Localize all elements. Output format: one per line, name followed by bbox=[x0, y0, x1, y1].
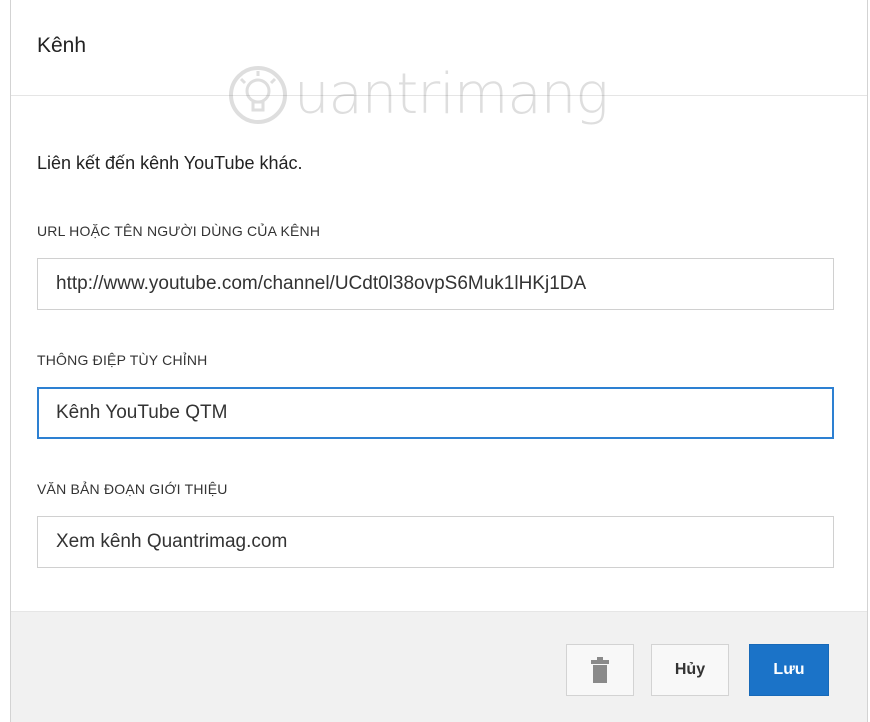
dialog-title: Kênh bbox=[37, 34, 87, 57]
cancel-button[interactable]: Hủy bbox=[651, 644, 729, 696]
channel-url-label: URL HOẶC TÊN NGƯỜI DÙNG CỦA KÊNH bbox=[37, 223, 321, 239]
delete-button[interactable] bbox=[566, 644, 634, 696]
intro-text: Liên kết đến kênh YouTube khác. bbox=[37, 153, 303, 173]
custom-message-label: THÔNG ĐIỆP TÙY CHỈNH bbox=[37, 352, 208, 368]
teaser-text-field[interactable]: Xem kênh Quantrimag.com bbox=[37, 516, 834, 568]
dialog-header: Kênh bbox=[11, 0, 867, 96]
save-button[interactable]: Lưu bbox=[749, 644, 829, 696]
teaser-text-label: VĂN BẢN ĐOẠN GIỚI THIỆU bbox=[37, 481, 228, 497]
channel-link-dialog: Kênh uantrimang Liên kết đến kênh YouTub… bbox=[10, 0, 868, 722]
custom-message-field[interactable]: Kênh YouTube QTM bbox=[37, 387, 834, 439]
trash-icon bbox=[591, 657, 609, 683]
channel-url-field[interactable]: http://www.youtube.com/channel/UCdt0l38o… bbox=[37, 258, 834, 310]
dialog-footer: Hủy Lưu bbox=[11, 611, 867, 722]
